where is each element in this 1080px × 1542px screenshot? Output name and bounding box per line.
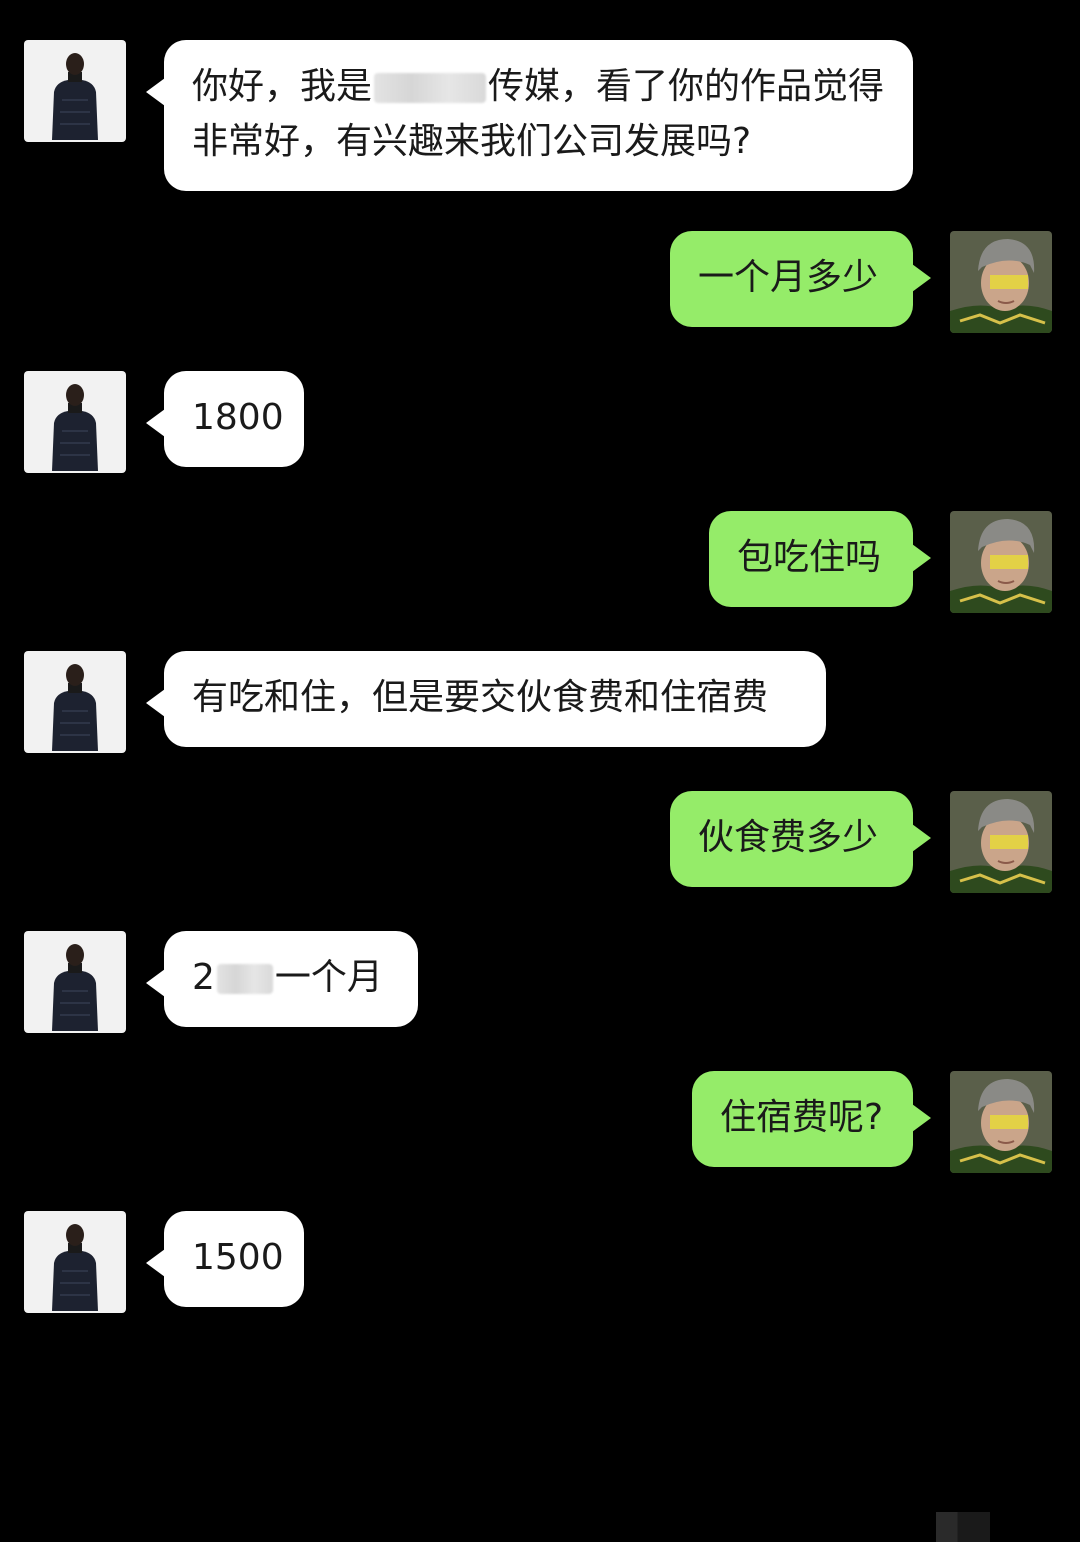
message-bubble-outgoing[interactable]: 一个月多少 xyxy=(670,231,931,327)
message-text: 2 xyxy=(192,957,215,998)
person-in-grey-beanie-avatar-icon xyxy=(950,1071,1052,1173)
message-text: 一个月 xyxy=(274,957,383,998)
message-text: 住宿费呢? xyxy=(720,1097,884,1138)
message-text: 包吃住吗 xyxy=(737,537,882,578)
watermark-fragment xyxy=(936,1512,990,1542)
redacted-amount xyxy=(216,964,273,994)
message-text: 你好，我是 xyxy=(192,66,373,107)
message-bubble-outgoing[interactable]: 伙食费多少 xyxy=(670,791,931,887)
message-bubble-incoming[interactable]: 1800 xyxy=(146,371,304,467)
person-in-black-puffer-jacket-avatar-icon xyxy=(24,1211,126,1313)
message-bubble-incoming[interactable]: 有吃和住，但是要交伙食费和住宿费 xyxy=(146,651,826,747)
contact-avatar[interactable] xyxy=(24,40,126,142)
user-avatar[interactable] xyxy=(950,511,1052,613)
person-in-grey-beanie-avatar-icon xyxy=(950,231,1052,333)
redacted-company-name xyxy=(374,73,487,103)
message-bubble-outgoing[interactable]: 住宿费呢? xyxy=(692,1071,931,1167)
contact-avatar[interactable] xyxy=(24,651,126,753)
person-in-black-puffer-jacket-avatar-icon xyxy=(24,40,126,142)
user-avatar[interactable] xyxy=(950,231,1052,333)
person-in-grey-beanie-avatar-icon xyxy=(950,791,1052,893)
contact-avatar[interactable] xyxy=(24,931,126,1033)
message-text: 伙食费多少 xyxy=(698,817,879,858)
message-bubble-incoming[interactable]: 你好，我是 传媒，看了你的作品觉得非常好，有兴趣来我们公司发展吗? xyxy=(146,40,913,191)
person-in-black-puffer-jacket-avatar-icon xyxy=(24,371,126,473)
person-in-black-puffer-jacket-avatar-icon xyxy=(24,651,126,753)
message-bubble-incoming[interactable]: 1500 xyxy=(146,1211,304,1307)
person-in-black-puffer-jacket-avatar-icon xyxy=(24,931,126,1033)
message-text: 1800 xyxy=(192,397,284,438)
person-in-grey-beanie-avatar-icon xyxy=(950,511,1052,613)
message-text: 有吃和住，但是要交伙食费和住宿费 xyxy=(192,677,769,718)
user-avatar[interactable] xyxy=(950,1071,1052,1173)
message-text: 一个月多少 xyxy=(698,257,879,298)
user-avatar[interactable] xyxy=(950,791,1052,893)
message-bubble-outgoing[interactable]: 包吃住吗 xyxy=(709,511,931,607)
message-bubble-incoming[interactable]: 2 一个月 xyxy=(146,931,418,1027)
contact-avatar[interactable] xyxy=(24,371,126,473)
message-text: 1500 xyxy=(192,1237,284,1278)
contact-avatar[interactable] xyxy=(24,1211,126,1313)
